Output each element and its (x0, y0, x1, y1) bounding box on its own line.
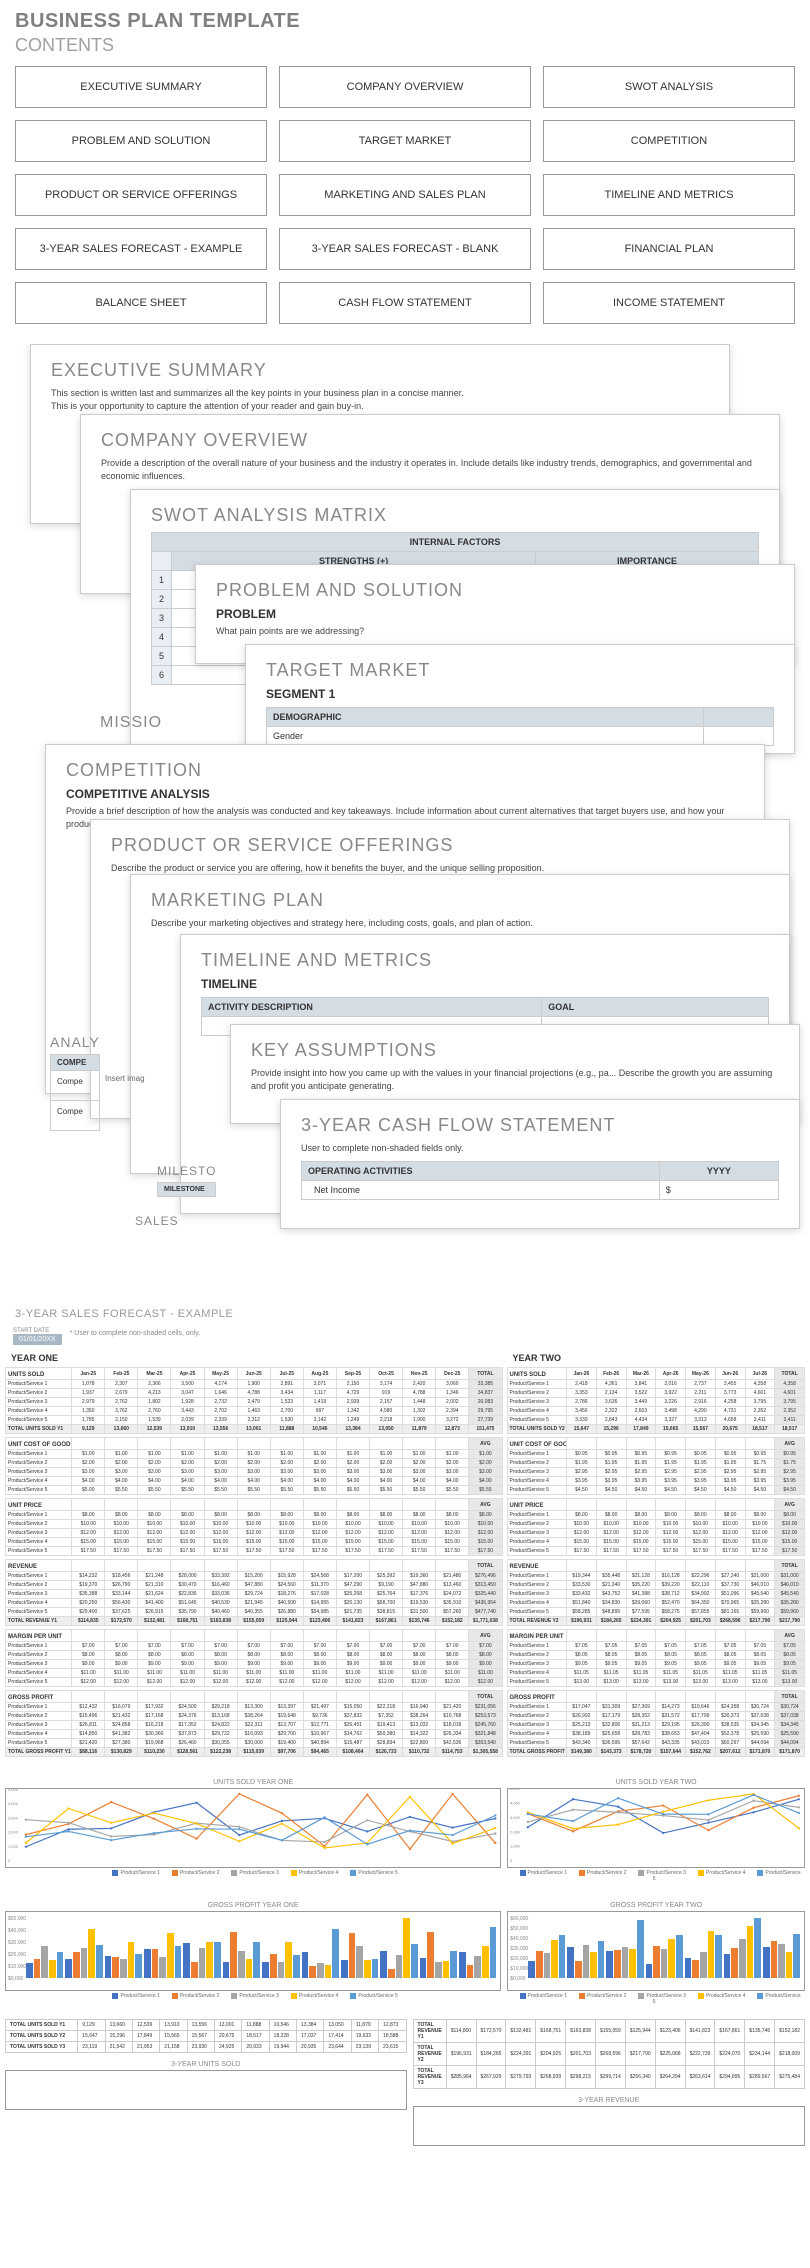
forecast-section: 3-YEAR SALES FORECAST - EXAMPLE START DA… (0, 1294, 810, 2156)
sheet-desc: Provide a description of the overall nat… (101, 457, 759, 482)
activity-header: ACTIVITY DESCRIPTION (202, 998, 542, 1017)
nav-button[interactable]: PRODUCT OR SERVICE OFFERINGS (15, 174, 267, 216)
svg-text:5,000: 5,000 (510, 1789, 521, 1791)
svg-text:3,000: 3,000 (8, 1815, 19, 1820)
bar-chart-y2: $0,000$10,000$20,000$30,000$40,000$50,00… (507, 1911, 805, 1991)
sheet-subtitle: TIMELINE (201, 977, 769, 991)
chart-units-y2: UNITS SOLD YEAR TWO 01,0002,0003,0004,00… (507, 1777, 805, 1884)
svg-text:1,000: 1,000 (510, 1843, 521, 1848)
svg-text:5,000: 5,000 (8, 1789, 19, 1792)
sheet-cashflow: 3-YEAR CASH FLOW STATEMENT User to compl… (280, 1099, 800, 1229)
nav-button[interactable]: INCOME STATEMENT (543, 282, 795, 324)
line-chart-y1: 0 1,000 2,000 3,000 4,000 5,000 (5, 1788, 501, 1868)
nav-button[interactable]: COMPETITION (543, 120, 795, 162)
forecast-title: 3-YEAR SALES FORECAST - EXAMPLE (5, 1304, 805, 1324)
target-gender: Gender (267, 727, 704, 746)
sheet-title: PRODUCT OR SERVICE OFFERINGS (111, 835, 769, 856)
year-header: YYYY (659, 1161, 778, 1180)
summary-units-table: TOTAL UNITS SOLD Y19,12913,66012,53913,9… (5, 2019, 407, 2053)
contents-label: CONTENTS (0, 35, 810, 66)
cashflow-table: OPERATING ACTIVITIESYYYY Net Income$ (301, 1161, 779, 1200)
year-one-block: YEAR ONE UNITS SOLDJan-25Feb-25Mar-25Apr… (5, 1349, 503, 1761)
sheet-subtitle: COMPETITIVE ANALYSIS (66, 787, 744, 801)
line-chart-y2: 0 1,000 2,000 3,000 4,000 5,000 (507, 1788, 805, 1868)
sales-peek: SALES (135, 1214, 179, 1228)
svg-text:0: 0 (510, 1858, 513, 1863)
sheet-subtitle: PROBLEM (216, 607, 774, 621)
start-date[interactable]: 01/01/20XX (13, 1334, 62, 1345)
operating-header: OPERATING ACTIVITIES (302, 1161, 660, 1180)
three-year-units-chart (5, 2070, 407, 2110)
year-one-label: YEAR ONE (5, 1349, 503, 1367)
svg-text:2,000: 2,000 (8, 1829, 19, 1834)
analysis-peek: ANALY COMPE Compe Compe (50, 1034, 100, 1131)
target-table: DEMOGRAPHIC Gender (266, 707, 774, 746)
chart-gp-y1: GROSS PROFIT YEAR ONE $0,000$10,000$20,0… (5, 1900, 501, 2007)
nav-button[interactable]: MARKETING AND SALES PLAN (279, 174, 531, 216)
svg-text:2,000: 2,000 (510, 1829, 521, 1834)
forecast-note: * User to complete non-shaded cells, onl… (70, 1328, 201, 1345)
sheet-desc: This section is written last and summari… (51, 387, 709, 400)
chart-legend: Product/Service 1Product/Service 2Produc… (5, 1868, 501, 1878)
year-two-label: YEAR TWO (507, 1349, 806, 1367)
year-two-table: UNITS SOLDJan-26Feb-26Mar-26Apr-26May-26… (507, 1367, 806, 1761)
sheet-title: TIMELINE AND METRICS (201, 950, 769, 971)
sheet-desc: User to complete non-shaded fields only. (301, 1142, 779, 1155)
nav-button[interactable]: COMPANY OVERVIEW (279, 66, 531, 108)
target-demo: DEMOGRAPHIC (267, 708, 704, 727)
svg-text:4,000: 4,000 (8, 1801, 19, 1806)
main-title: BUSINESS PLAN TEMPLATE (0, 0, 810, 35)
sheet-desc: Provide insight into how you came up wit… (251, 1067, 779, 1092)
sheet-title: PROBLEM AND SOLUTION (216, 580, 774, 601)
nav-button[interactable]: TIMELINE AND METRICS (543, 174, 795, 216)
goal-header: GOAL (542, 998, 769, 1017)
nav-button[interactable]: EXECUTIVE SUMMARY (15, 66, 267, 108)
sheet-title: COMPANY OVERVIEW (101, 430, 759, 451)
sheet-title: SWOT ANALYSIS MATRIX (151, 505, 759, 526)
sheet-title: EXECUTIVE SUMMARY (51, 360, 709, 381)
milestones-peek: MILESTO MILESTONE (157, 1164, 216, 1197)
dollar-cell[interactable]: $ (659, 1180, 778, 1199)
sheet-title: COMPETITION (66, 760, 744, 781)
netincome-label: Net Income (302, 1180, 660, 1199)
sheet-target-market: TARGET MARKET SEGMENT 1 DEMOGRAPHIC Gend… (245, 644, 795, 754)
chart-legend: Product/Service 1Product/Service 2Produc… (507, 1868, 805, 1884)
sheet-title: 3-YEAR CASH FLOW STATEMENT (301, 1115, 779, 1136)
nav-button[interactable]: SWOT ANALYSIS (543, 66, 795, 108)
year-two-block: YEAR TWO UNITS SOLDJan-26Feb-26Mar-26Apr… (507, 1349, 806, 1761)
three-year-revenue-chart (413, 2106, 806, 2146)
year-one-table: UNITS SOLDJan-25Feb-25Mar-25Apr-25May-25… (5, 1367, 503, 1761)
bar-chart-y1: $0,000$10,000$20,000$30,000$40,000$50,00… (5, 1911, 501, 1991)
forecast-date-row: START DATE01/01/20XX * User to complete … (5, 1324, 805, 1349)
mission-peek: MISSIO (100, 714, 162, 732)
chart-legend: Product/Service 1Product/Service 2Produc… (507, 1991, 805, 2007)
svg-text:4,000: 4,000 (510, 1800, 521, 1805)
sheet-desc: This is your opportunity to capture the … (51, 400, 709, 413)
sheet-desc: Describe the product or service you are … (111, 862, 769, 875)
chart-units-y1: UNITS SOLD YEAR ONE 01,0002,0003,0004,00… (5, 1777, 501, 1884)
nav-button[interactable]: 3-YEAR SALES FORECAST - BLANK (279, 228, 531, 270)
nav-button[interactable]: PROBLEM AND SOLUTION (15, 120, 267, 162)
svg-text:3,000: 3,000 (510, 1814, 521, 1819)
nav-button[interactable]: BALANCE SHEET (15, 282, 267, 324)
nav-button[interactable]: TARGET MARKET (279, 120, 531, 162)
nav-button[interactable]: FINANCIAL PLAN (543, 228, 795, 270)
nav-grid: EXECUTIVE SUMMARY COMPANY OVERVIEW SWOT AN… (0, 66, 810, 344)
sheet-desc: What pain points are we addressing? (216, 625, 774, 638)
nav-button[interactable]: CASH FLOW STATEMENT (279, 282, 531, 324)
sheet-desc: Describe your marketing objectives and s… (151, 917, 769, 930)
insert-image-peek: Insert imag (105, 1074, 145, 1083)
sheet-title: KEY ASSUMPTIONS (251, 1040, 779, 1061)
svg-text:0: 0 (8, 1858, 11, 1863)
swot-internal-header: INTERNAL FACTORS (152, 533, 759, 552)
nav-button[interactable]: 3-YEAR SALES FORECAST - EXAMPLE (15, 228, 267, 270)
sheet-title: TARGET MARKET (266, 660, 774, 681)
summary-revenue-table: TOTAL REVENUE Y1$114,800$172,570$132,481… (413, 2019, 806, 2089)
svg-text:1,000: 1,000 (8, 1843, 19, 1848)
chart-gp-y2: GROSS PROFIT YEAR TWO $0,000$10,000$20,0… (507, 1900, 805, 2007)
sheet-title: MARKETING PLAN (151, 890, 769, 911)
sheet-subtitle: SEGMENT 1 (266, 687, 774, 701)
preview-area: EXECUTIVE SUMMARY This section is writte… (0, 344, 810, 1294)
chart-legend: Product/Service 1Product/Service 2Produc… (5, 1991, 501, 2001)
